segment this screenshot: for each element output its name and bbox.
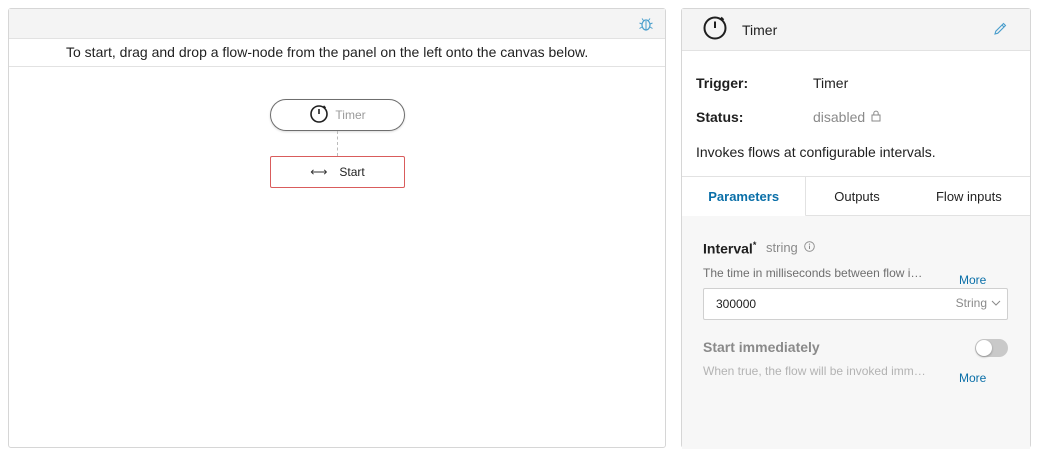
start-immediately-description: When true, the flow will be invoked imme… [703,364,928,378]
tab-outputs[interactable]: Outputs [806,177,907,216]
panel-header: Timer [682,9,1030,51]
interval-input-value: 300000 [716,297,757,311]
canvas-toolbar [9,9,665,39]
trigger-node-label: Timer [335,108,366,122]
status-row: Status: disabled [696,109,881,125]
start-immediately-more-link[interactable]: More [959,371,986,385]
node-description: Invokes flows at configurable intervals. [696,144,936,160]
status-label: Status: [696,109,744,125]
toggle-knob [976,340,992,356]
trigger-node-timer[interactable]: Timer [270,99,405,131]
interval-type-label: string [766,240,798,255]
tab-parameters[interactable]: Parameters [682,177,807,217]
stopwatch-icon [309,103,329,128]
node-connector [337,131,338,156]
tab-flow-inputs[interactable]: Flow inputs [908,177,1030,216]
start-immediately-label: Start immediately [703,339,820,355]
start-node-label: Start [339,165,365,179]
trigger-label: Trigger: [696,75,749,91]
arrows-horizontal-icon: ⟷ [310,165,328,179]
info-icon[interactable] [804,240,815,255]
required-mark: * [752,240,757,250]
panel-tabs: Parameters Outputs Flow inputs [682,176,1030,217]
chevron-down-icon [991,296,1001,310]
status-value: disabled [813,109,866,125]
flow-canvas-panel: To start, drag and drop a flow-node from… [8,8,666,448]
pencil-icon[interactable] [992,21,1010,39]
canvas-instructions: To start, drag and drop a flow-node from… [66,44,589,60]
stopwatch-icon [702,14,728,45]
interval-input[interactable]: 300000 String [703,288,1008,320]
trigger-value: Timer [813,75,849,91]
node-details-panel: Timer Trigger: Timer Status: disabled In… [681,8,1031,449]
lock-icon [871,109,881,125]
panel-title: Timer [742,21,778,38]
interval-description: The time in milliseconds between flow in… [703,266,928,280]
start-immediately-toggle[interactable] [975,339,1008,357]
start-node[interactable]: ⟷ Start [270,156,405,188]
bug-icon[interactable] [637,15,655,33]
interval-type: string [766,240,815,255]
interval-name: Interval [703,240,753,257]
trigger-row: Trigger: Timer [696,75,848,91]
type-select-label: String [955,296,987,310]
parameters-content: Interval* string The time in millisecond… [682,216,1030,449]
interval-more-link[interactable]: More [959,273,986,287]
interval-param-name: Interval* [703,240,756,257]
interval-type-select[interactable]: String [956,296,1001,310]
status-value-group: disabled [813,109,881,125]
